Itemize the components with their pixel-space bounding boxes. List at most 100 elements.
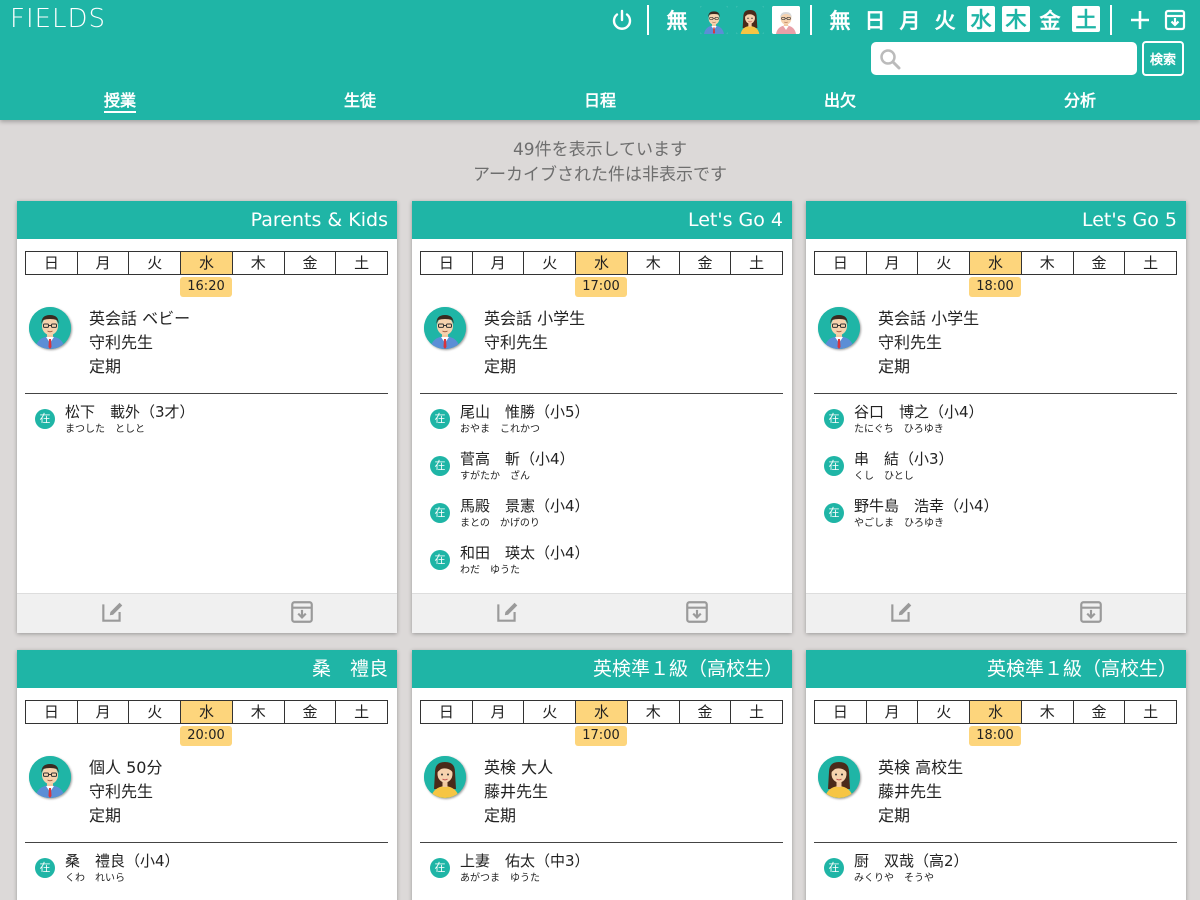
nav-tab[interactable]: 分析 bbox=[960, 88, 1200, 116]
weekday-cell: 月 bbox=[78, 252, 130, 274]
weekday-cell: 月 bbox=[473, 701, 525, 723]
weekday-cell: 木 bbox=[628, 252, 680, 274]
archive-button[interactable] bbox=[207, 594, 397, 633]
student-name: 菅高 斬（小4） bbox=[460, 450, 575, 468]
student-name: 串 結（小3） bbox=[854, 450, 954, 468]
lesson-title[interactable]: Let's Go 4 bbox=[412, 201, 792, 239]
lesson-info: 英検 高校生 藤井先生 定期 bbox=[878, 756, 963, 828]
teacher-avatar bbox=[818, 756, 860, 798]
nav-tab[interactable]: 生徒 bbox=[240, 88, 480, 116]
student-name: 谷口 博之（小4） bbox=[854, 403, 984, 421]
edit-icon bbox=[99, 599, 125, 629]
day-filter-button[interactable]: 月 bbox=[895, 6, 925, 34]
student-kana: すがたか ざん bbox=[460, 471, 530, 482]
nav-tab-label: 授業 bbox=[103, 91, 136, 113]
teacher-filter-male-avatar[interactable] bbox=[700, 6, 728, 34]
weekday-cell: 月 bbox=[473, 252, 525, 274]
weekday-row: 日月火水木金土 bbox=[25, 251, 388, 275]
lesson-type: 定期 bbox=[89, 806, 122, 825]
teacher-filter-female-avatar[interactable] bbox=[736, 6, 764, 34]
lesson-title[interactable]: Let's Go 5 bbox=[806, 201, 1186, 239]
archive-button[interactable] bbox=[996, 594, 1186, 633]
student-list: 在上妻 佑太（中3） あがつま ゆうた bbox=[412, 850, 792, 897]
day-filter-none-button[interactable]: 無 bbox=[825, 6, 855, 34]
day-filter-button[interactable]: 日 bbox=[860, 6, 890, 34]
card-divider bbox=[814, 842, 1177, 843]
weekday-cell: 水 bbox=[970, 252, 1022, 274]
lesson-type: 定期 bbox=[878, 357, 911, 376]
day-filter-button[interactable]: 土 bbox=[1072, 6, 1100, 32]
nav-tab[interactable]: 日程 bbox=[480, 88, 720, 116]
lesson-time-badge: 17:00 bbox=[575, 277, 627, 297]
weekday-cell: 水 bbox=[970, 701, 1022, 723]
student-item[interactable]: 在上妻 佑太（中3） あがつま ゆうた bbox=[412, 850, 792, 897]
student-name: 馬殿 景憲（小4） bbox=[460, 497, 590, 515]
weekday-cell: 土 bbox=[354, 703, 370, 721]
teacher-name: 守利先生 bbox=[89, 333, 154, 352]
day-filter-button[interactable]: 金 bbox=[1035, 6, 1065, 34]
teacher-filter-none-button[interactable]: 無 bbox=[662, 6, 692, 34]
day-filter-button[interactable]: 水 bbox=[967, 6, 995, 32]
nav-tab-label: 出欠 bbox=[823, 91, 856, 110]
card-divider bbox=[420, 393, 783, 394]
enrollment-status-badge: 在 bbox=[430, 409, 450, 429]
lesson-info: 英検 大人 藤井先生 定期 bbox=[484, 756, 553, 828]
student-kana: くし ひとし bbox=[854, 471, 914, 482]
enrollment-status-badge: 在 bbox=[824, 456, 844, 476]
nav-tab[interactable]: 出欠 bbox=[720, 88, 960, 116]
lesson-time-badge: 20:00 bbox=[180, 726, 232, 746]
power-icon[interactable] bbox=[607, 6, 637, 34]
card-divider bbox=[814, 393, 1177, 394]
student-item[interactable]: 在菅高 斬（小4） すがたか ざん bbox=[412, 448, 792, 495]
teacher-filter-elder-avatar[interactable] bbox=[772, 6, 800, 34]
archive-icon bbox=[684, 599, 710, 629]
student-name: 桑 禮良（小4） bbox=[65, 852, 180, 870]
edit-button[interactable] bbox=[412, 594, 602, 633]
student-item[interactable]: 在松下 載外（3才） まつした としと bbox=[17, 401, 397, 448]
student-item[interactable]: 在野牛島 浩幸（小4） やごしま ひろゆき bbox=[806, 495, 1186, 542]
weekday-cell: 日 bbox=[421, 252, 473, 274]
lesson-title[interactable]: 英検準１級（高校生） bbox=[412, 650, 792, 688]
search-button[interactable]: 検索 bbox=[1142, 41, 1184, 76]
add-icon[interactable] bbox=[1125, 6, 1155, 34]
weekday-cell: 木 bbox=[1022, 701, 1074, 723]
student-item[interactable]: 在桑 禮良（小4） くわ れいら bbox=[17, 850, 397, 897]
weekday-cell: 木 bbox=[628, 701, 680, 723]
weekday-cell: 土 bbox=[354, 254, 370, 272]
enrollment-status-badge: 在 bbox=[824, 503, 844, 523]
student-item[interactable]: 在和田 瑛太（小4） わだ ゆうた bbox=[412, 542, 792, 589]
edit-icon bbox=[494, 599, 520, 629]
nav-tab-label: 日程 bbox=[583, 91, 616, 110]
lesson-title[interactable]: 英検準１級（高校生） bbox=[806, 650, 1186, 688]
weekday-cell: 金 bbox=[285, 252, 337, 274]
student-item[interactable]: 在馬殿 景憲（小4） まとの かげのり bbox=[412, 495, 792, 542]
edit-button[interactable] bbox=[17, 594, 207, 633]
student-item[interactable]: 在厨 双哉（高2） みくりや そうや bbox=[806, 850, 1186, 897]
lesson-time-badge: 18:00 bbox=[969, 277, 1021, 297]
archive-button[interactable] bbox=[602, 594, 792, 633]
day-filter-button[interactable]: 火 bbox=[930, 6, 960, 34]
nav-tab[interactable]: 授業 bbox=[0, 88, 240, 116]
result-summary: 49件を表示しています アーカイブされた件は非表示です bbox=[0, 138, 1200, 188]
student-item[interactable]: 在谷口 博之（小4） たにぐち ひろゆき bbox=[806, 401, 1186, 448]
course-name: 英会話 小学生 bbox=[484, 309, 586, 328]
weekday-cell: 金 bbox=[1074, 252, 1126, 274]
lesson-card: Parents & Kids 日月火水木金土 16:20 英会話 ベビー 守利先生 定期在… bbox=[17, 201, 397, 633]
lesson-info: 英会話 ベビー 守利先生 定期 bbox=[89, 307, 190, 379]
student-kana: くわ れいら bbox=[65, 873, 125, 884]
lesson-card: 桑 禮良日月火水木金土 20:00 個人 50分 守利先生 定期在桑 禮良（小4） くわ … bbox=[17, 650, 397, 900]
search-input[interactable] bbox=[871, 42, 1137, 75]
enrollment-status-badge: 在 bbox=[35, 858, 55, 878]
student-name: 松下 載外（3才） bbox=[65, 403, 195, 421]
lesson-title[interactable]: 桑 禮良 bbox=[17, 650, 397, 688]
edit-button[interactable] bbox=[806, 594, 996, 633]
archive-toggle-icon[interactable] bbox=[1160, 6, 1190, 34]
student-name: 上妻 佑太（中3） bbox=[460, 852, 590, 870]
lesson-title[interactable]: Parents & Kids bbox=[17, 201, 397, 239]
student-item[interactable]: 在尾山 惟勝（小5） おやま これかつ bbox=[412, 401, 792, 448]
lesson-card: 英検準１級（高校生）日月火水木金土 18:00 英検 高校生 藤井先生 定期在厨 双哉（… bbox=[806, 650, 1186, 900]
day-filter-button[interactable]: 木 bbox=[1002, 6, 1030, 32]
student-item[interactable]: 在串 結（小3） くし ひとし bbox=[806, 448, 1186, 495]
student-kana: おやま これかつ bbox=[460, 424, 540, 435]
weekday-cell: 月 bbox=[867, 701, 919, 723]
